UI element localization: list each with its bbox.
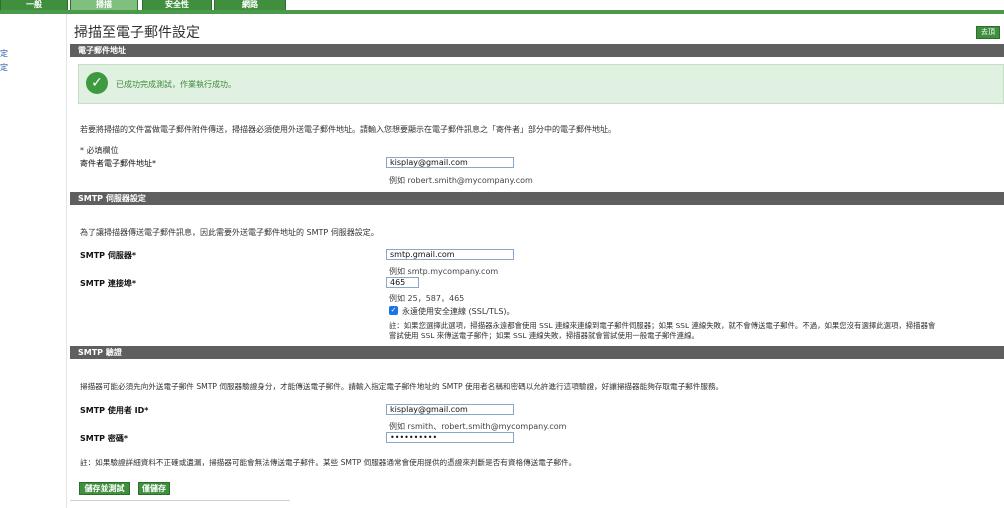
save-only-button[interactable]: 僅儲存 <box>138 482 170 495</box>
ssl-checkbox[interactable]: ✓ <box>389 306 398 315</box>
smtp-port-label: SMTP 連接埠* <box>80 279 137 288</box>
tab-general[interactable]: 一般 <box>0 0 68 10</box>
section-header-smtp-auth: SMTP 驗證 <box>70 346 1004 359</box>
email-description: 若要將掃描的文件當做電子郵件附件傳送，掃描器必須使用外送電子郵件地址。請輸入您想… <box>80 125 616 134</box>
save-and-test-button[interactable]: 儲存並測試 <box>79 482 130 495</box>
top-tab-bar: 一般 掃描 安全性 網路 <box>0 0 1004 10</box>
section-header-email: 電子郵件地址 <box>70 44 1004 57</box>
tab-security[interactable]: 安全性 <box>142 0 212 10</box>
smtp-server-label: SMTP 伺服器* <box>80 251 137 260</box>
ssl-label: 永遠使用安全連線 (SSL/TLS)。 <box>402 307 515 316</box>
smtp-server-input[interactable] <box>386 249 514 260</box>
required-note: * 必填欄位 <box>80 146 119 155</box>
checkmark-icon: ✓ <box>86 72 108 94</box>
smtp-server-example: 例如 smtp.mycompany.com <box>389 267 499 276</box>
smtp-port-input[interactable] <box>386 277 419 288</box>
smtp-description: 為了讓掃描器傳送電子郵件訊息，因此需要外送電子郵件地址的 SMTP 伺服器設定。 <box>80 228 379 237</box>
success-banner: ✓ 已成功完成測試，作業執行成功。 <box>78 64 1004 104</box>
auth-description: 掃描器可能必須先向外送電子郵件 SMTP 伺服器驗證身分，才能傳送電子郵件。請輸… <box>80 382 724 391</box>
auth-note: 註：如果驗證詳細資料不正確或遺漏，掃描器可能會無法傳送電子郵件。某些 SMTP … <box>80 458 577 467</box>
left-nav-item-1[interactable]: 定 <box>0 48 8 59</box>
smtp-user-example: 例如 rsmith、robert.smith@mycompany.com <box>389 422 567 431</box>
smtp-password-label: SMTP 密碼* <box>80 434 129 443</box>
smtp-port-example: 例如 25，587，465 <box>389 294 465 303</box>
page-title: 掃描至電子郵件設定 <box>74 25 200 41</box>
success-message: 已成功完成測試，作業執行成功。 <box>116 80 236 89</box>
sender-email-input[interactable] <box>386 157 514 168</box>
smtp-user-label: SMTP 使用者 ID* <box>80 406 149 415</box>
bottom-divider <box>70 500 290 501</box>
sender-email-label: 寄件者電子郵件地址* <box>80 159 156 168</box>
sender-email-example: 例如 robert.smith@mycompany.com <box>389 176 533 185</box>
back-to-top-button[interactable]: 去頂 <box>976 26 1000 39</box>
smtp-password-input[interactable] <box>386 432 514 443</box>
left-nav-item-2[interactable]: 定 <box>0 62 8 73</box>
smtp-user-input[interactable] <box>386 404 514 415</box>
section-header-smtp-server: SMTP 伺服器設定 <box>70 192 1004 205</box>
tab-underline <box>0 10 1004 14</box>
ssl-note-line-2: 嘗試使用 SSL 來傳送電子郵件；如果 SSL 連線失敗，掃描器就會嘗試使用一般… <box>389 331 699 340</box>
tab-scan[interactable]: 掃描 <box>70 0 138 10</box>
left-nav: 定 定 <box>0 14 67 508</box>
tab-network[interactable]: 網路 <box>214 0 286 10</box>
